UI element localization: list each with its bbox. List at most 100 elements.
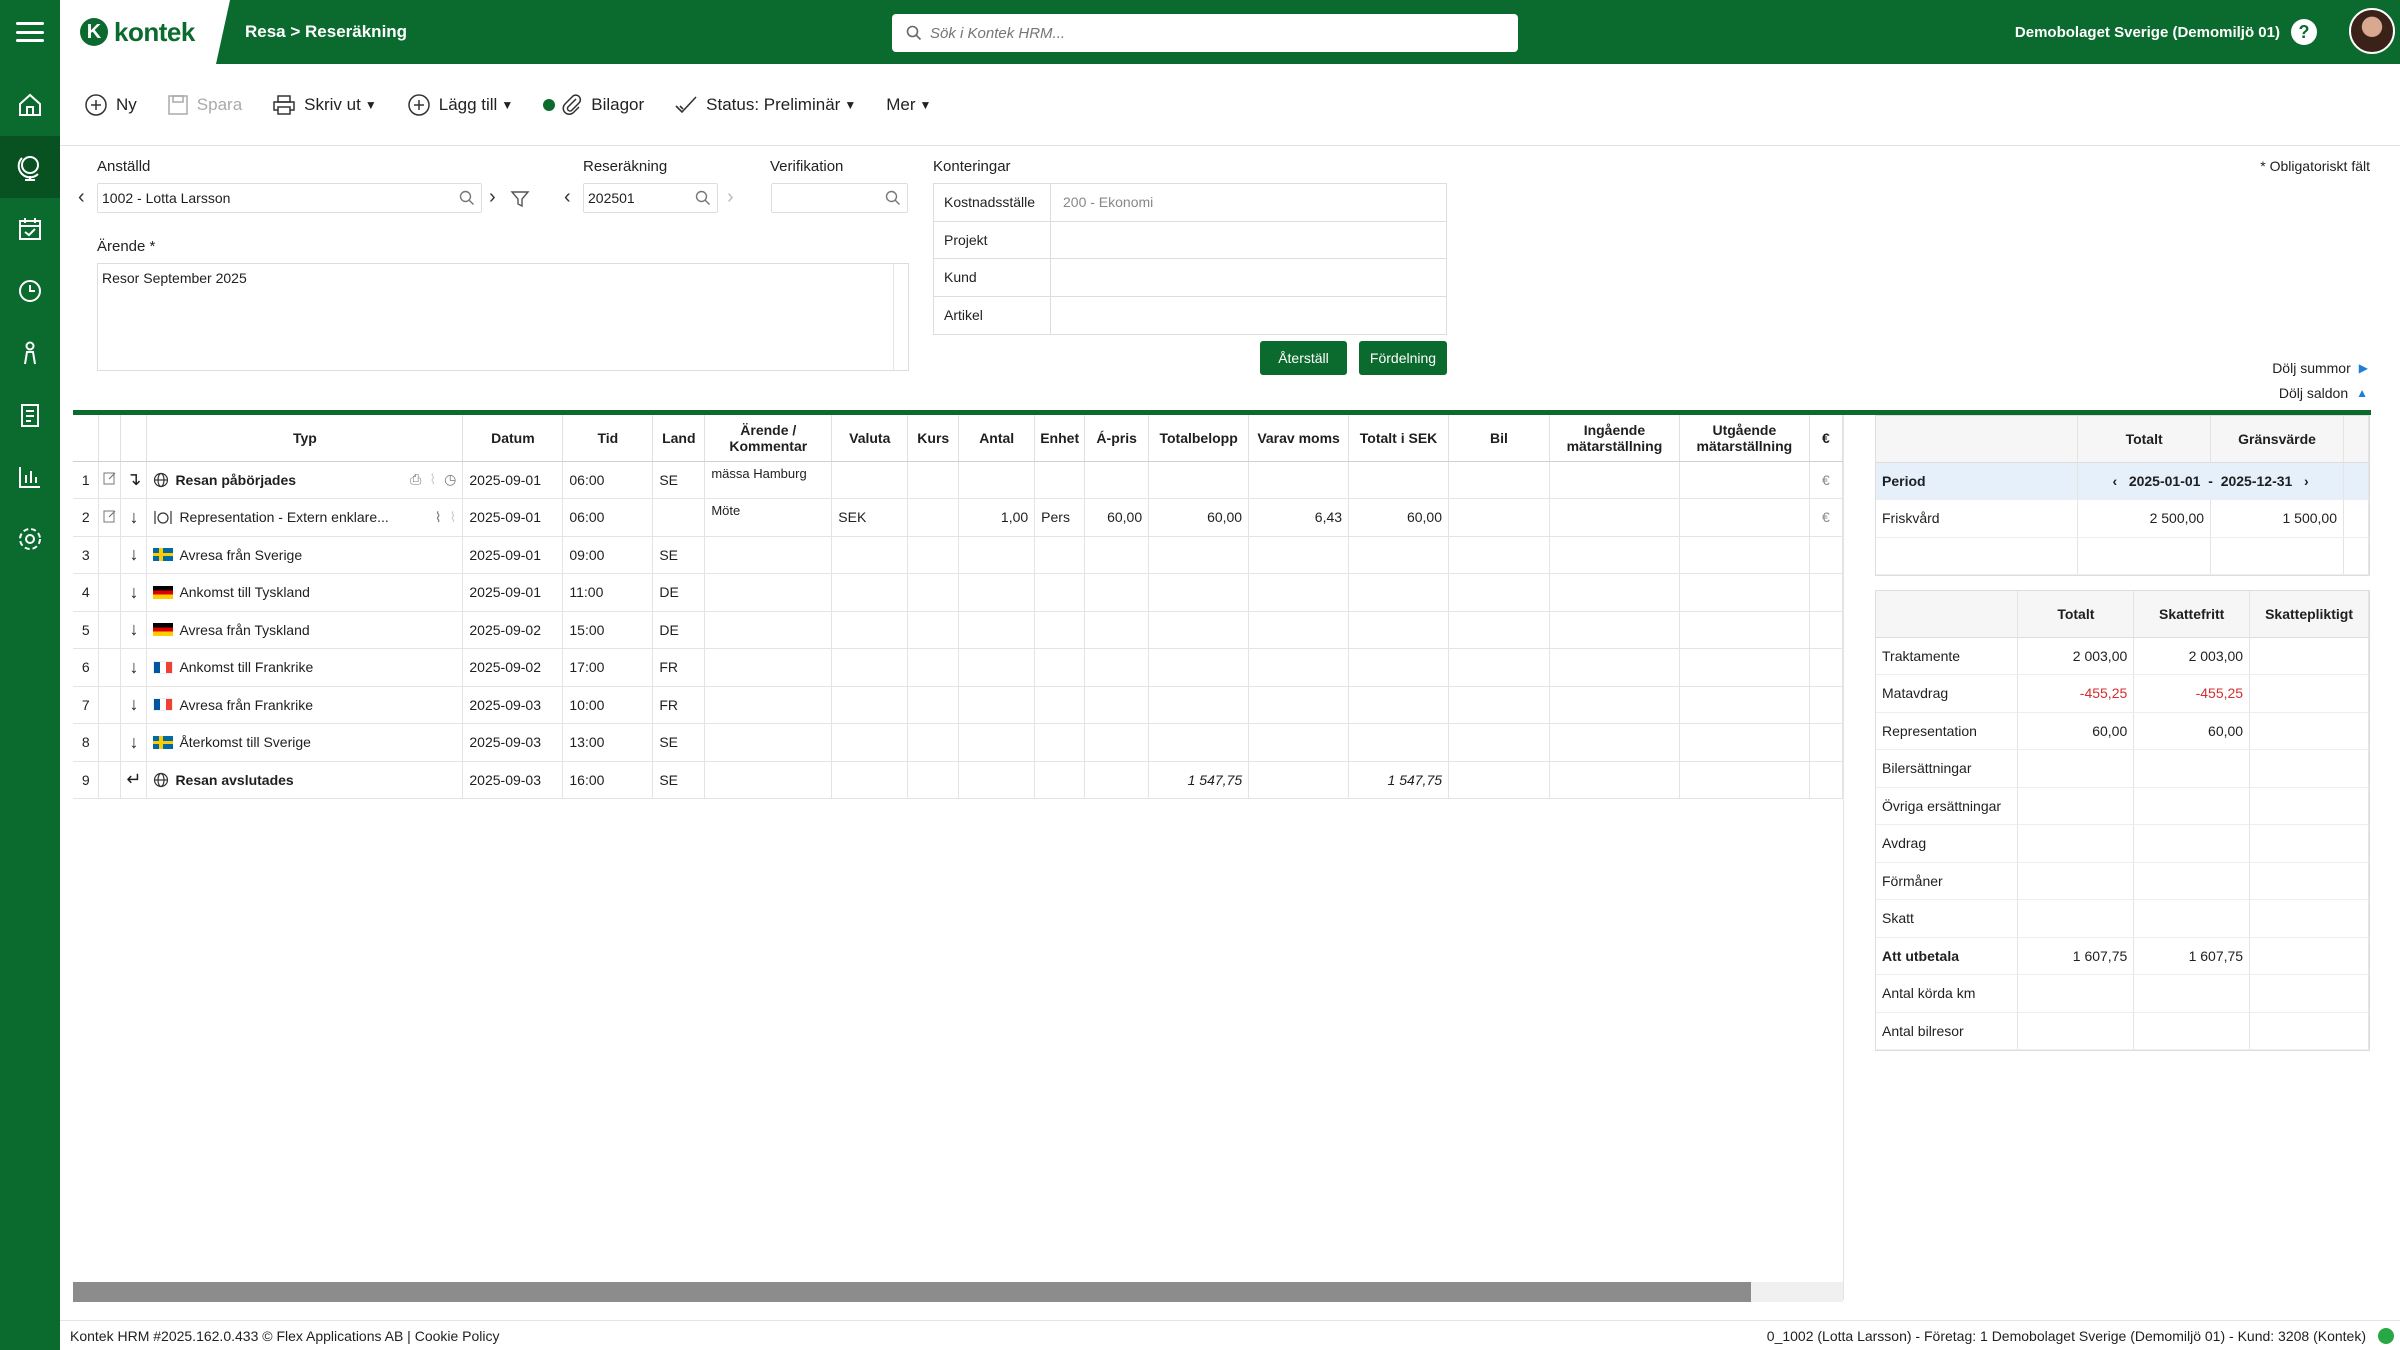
cell-total_sek[interactable]: 60,00 xyxy=(1348,498,1450,537)
cell-price[interactable] xyxy=(1084,723,1150,762)
logo[interactable]: K kontek xyxy=(60,0,216,64)
cell-vat[interactable] xyxy=(1248,723,1350,762)
cell-currency[interactable] xyxy=(831,686,909,724)
table-row[interactable]: 9 ↵ Resan avslutades 2025-09-03 16:00 SE 1 547… xyxy=(73,761,1844,799)
table-row[interactable]: 3 ↓ Avresa från Sverige 2025-09-01 09:00 SE xyxy=(73,536,1844,574)
cell-qty[interactable] xyxy=(958,536,1036,574)
type-cell[interactable]: Resan påbörjades ⎙ ⌇ ◷ xyxy=(146,461,464,499)
cell-qty[interactable] xyxy=(958,648,1036,687)
cell-in[interactable] xyxy=(1549,536,1680,574)
horizontal-scrollbar[interactable] xyxy=(73,1282,1843,1302)
cell-total_sek[interactable] xyxy=(1348,573,1450,612)
add-button[interactable]: Lägg till ▼ xyxy=(407,93,513,117)
cell-car[interactable] xyxy=(1448,761,1550,799)
type-cell[interactable]: Avresa från Frankrike xyxy=(146,686,464,724)
cell-currency[interactable] xyxy=(831,723,909,762)
help-icon[interactable]: ? xyxy=(2291,19,2317,45)
company-name[interactable]: Demobolaget Sverige (Demomiljö 01) xyxy=(2015,0,2280,64)
cell-in[interactable] xyxy=(1549,761,1680,799)
save-button[interactable]: Spara xyxy=(167,94,242,116)
edit-icon[interactable] xyxy=(98,723,122,762)
grid-col-header[interactable]: Kurs xyxy=(907,415,960,462)
cell-price[interactable] xyxy=(1084,461,1150,499)
next-report-icon[interactable]: › xyxy=(727,186,734,209)
cell-rate[interactable] xyxy=(907,761,960,799)
cell-date[interactable]: 2025-09-01 xyxy=(462,498,564,537)
more-dropdown[interactable]: Mer ▼ xyxy=(886,95,931,115)
cell-date[interactable]: 2025-09-01 xyxy=(462,536,564,574)
cell-out[interactable] xyxy=(1679,723,1810,762)
cell-currency[interactable] xyxy=(831,648,909,687)
grid-col-header[interactable]: Ingående mätarställning xyxy=(1549,415,1680,462)
grid-col-header[interactable]: Tid xyxy=(562,415,654,462)
grid-col-header[interactable]: Antal xyxy=(958,415,1036,462)
type-cell[interactable]: Ankomst till Frankrike xyxy=(146,648,464,687)
cell-vat[interactable] xyxy=(1248,573,1350,612)
grid-col-header[interactable]: Valuta xyxy=(831,415,909,462)
cell-vat[interactable] xyxy=(1248,461,1350,499)
cell-time[interactable]: 10:00 xyxy=(562,686,654,724)
type-cell[interactable]: Ankomst till Tyskland xyxy=(146,573,464,612)
search-icon[interactable] xyxy=(695,190,711,206)
table-row[interactable]: 2 ↓ Representation - Extern enklare... ⌇ ⌇ 20… xyxy=(73,498,1844,537)
reset-button[interactable]: Återställ xyxy=(1260,341,1347,375)
cell-total_sek[interactable] xyxy=(1348,611,1450,649)
cell-qty[interactable] xyxy=(958,461,1036,499)
grid-col-header[interactable]: Ärende / Kommentar xyxy=(704,415,833,462)
distribution-button[interactable]: Fördelning xyxy=(1359,341,1447,375)
cell-date[interactable]: 2025-09-03 xyxy=(462,761,564,799)
errand-textarea[interactable]: Resor September 2025 xyxy=(97,263,909,371)
cell-country[interactable]: SE xyxy=(652,723,706,762)
hide-balances-toggle[interactable]: Dölj saldon ▲ xyxy=(2279,385,2368,401)
cell-unit[interactable] xyxy=(1034,536,1086,574)
grid-col-header[interactable]: € xyxy=(1809,415,1844,462)
cell-unit[interactable]: Pers xyxy=(1034,498,1086,537)
grid-col-header[interactable]: Land xyxy=(652,415,706,462)
cell-time[interactable]: 09:00 xyxy=(562,536,654,574)
cell-qty[interactable] xyxy=(958,573,1036,612)
table-row[interactable]: 4 ↓ Ankomst till Tyskland 2025-09-01 11:00 DE xyxy=(73,573,1844,612)
cell-vat[interactable] xyxy=(1248,536,1350,574)
cell-car[interactable] xyxy=(1448,498,1550,537)
paperclip-icon[interactable]: ⌇ xyxy=(429,471,436,488)
cell-total[interactable] xyxy=(1148,461,1250,499)
cell-price[interactable] xyxy=(1084,648,1150,687)
avatar[interactable] xyxy=(2349,8,2395,54)
grid-col-header[interactable]: Varav moms xyxy=(1248,415,1350,462)
grid-col-header[interactable]: Enhet xyxy=(1034,415,1086,462)
cell-out[interactable] xyxy=(1679,686,1810,724)
cell-comment[interactable]: mässa Hamburg xyxy=(704,461,833,499)
cell-country[interactable]: SE xyxy=(652,536,706,574)
next-period-icon[interactable]: › xyxy=(2304,473,2309,489)
edit-icon[interactable] xyxy=(98,498,122,537)
prev-employee-icon[interactable]: ‹ xyxy=(78,186,85,209)
cell-vat[interactable] xyxy=(1248,686,1350,724)
cell-currency[interactable]: SEK xyxy=(831,498,909,537)
table-row[interactable]: 8 ↓ Återkomst till Sverige 2025-09-03 13:00 S… xyxy=(73,723,1844,762)
cell-total_sek[interactable] xyxy=(1348,686,1450,724)
print-button[interactable]: Skriv ut ▼ xyxy=(272,94,377,116)
cell-rate[interactable] xyxy=(907,648,960,687)
cell-date[interactable]: 2025-09-02 xyxy=(462,648,564,687)
article-field[interactable] xyxy=(1051,297,1446,335)
cell-price[interactable] xyxy=(1084,573,1150,612)
cell-country[interactable]: DE xyxy=(652,573,706,612)
cell-unit[interactable] xyxy=(1034,461,1086,499)
travel-globe-icon[interactable] xyxy=(0,136,60,198)
cell-rate[interactable] xyxy=(907,686,960,724)
next-employee-icon[interactable]: › xyxy=(489,186,496,209)
cell-out[interactable] xyxy=(1679,611,1810,649)
home-icon[interactable] xyxy=(0,74,60,136)
cell-rate[interactable] xyxy=(907,461,960,499)
cell-comment[interactable] xyxy=(704,611,833,649)
person-icon[interactable] xyxy=(0,322,60,384)
cell-car[interactable] xyxy=(1448,461,1550,499)
global-search[interactable] xyxy=(892,14,1518,52)
cell-total[interactable] xyxy=(1148,723,1250,762)
cell-rate[interactable] xyxy=(907,573,960,612)
scrollbar-thumb[interactable] xyxy=(73,1282,1751,1302)
cell-country[interactable]: DE xyxy=(652,611,706,649)
employee-field[interactable]: 1002 - Lotta Larsson xyxy=(97,183,482,213)
prev-period-icon[interactable]: ‹ xyxy=(2112,473,2117,489)
cell-time[interactable]: 06:00 xyxy=(562,498,654,537)
